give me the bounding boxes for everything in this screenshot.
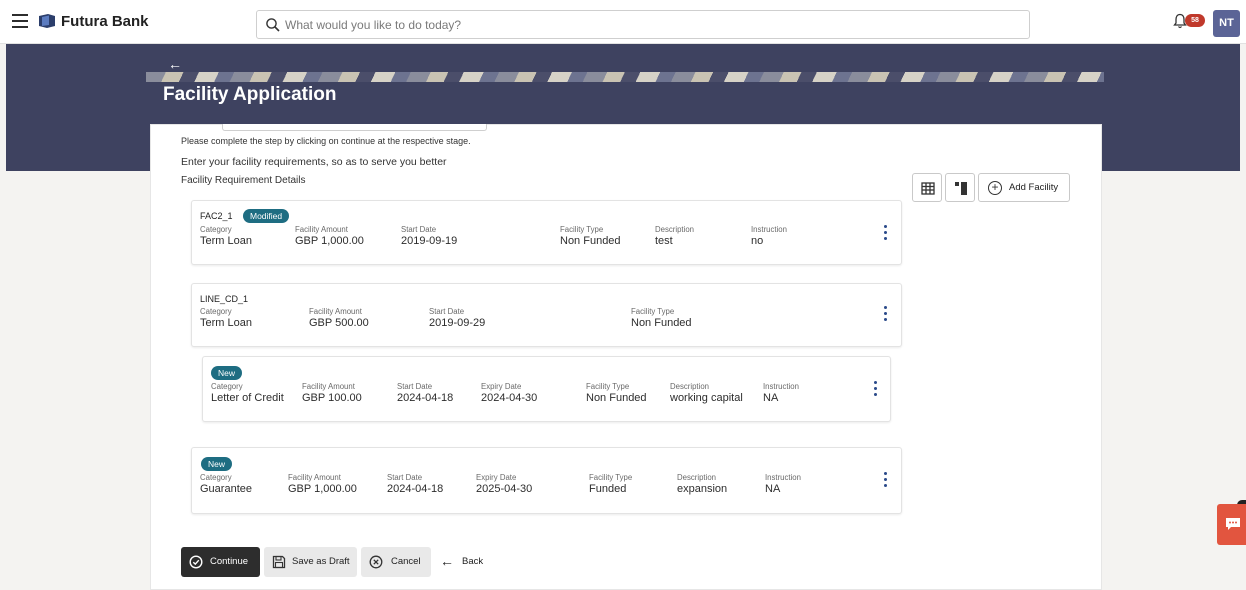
facility-name: LINE_CD_1 (200, 294, 249, 304)
field-label: Facility Amount (288, 473, 341, 482)
field-value: Funded (589, 483, 627, 495)
save-draft-label: Save as Draft (292, 556, 350, 567)
field-value: 2019-09-19 (401, 235, 458, 247)
back-label: Back (462, 556, 484, 567)
intro-text: Enter your facility requirements, so as … (181, 156, 447, 168)
field-value: GBP 1,000.00 (295, 235, 364, 247)
field-value: GBP 100.00 (302, 392, 362, 404)
field-label: Category (211, 382, 243, 391)
chat-icon (1226, 518, 1240, 530)
field-label: Category (200, 225, 232, 234)
field-label: Start Date (387, 473, 423, 482)
cancel-button[interactable]: Cancel (361, 547, 431, 577)
status-badge: New (201, 457, 233, 471)
field-value: 2024-04-30 (481, 392, 538, 404)
page-title: Facility Application (163, 84, 337, 105)
field-label: Expiry Date (476, 473, 517, 482)
field-value: Guarantee (200, 483, 252, 495)
back-arrow-icon: ← (440, 553, 454, 569)
field-value: NA (763, 392, 779, 404)
top-bar: Futura Bank 58 NT (0, 0, 1246, 44)
continue-button[interactable]: Continue (181, 547, 260, 577)
field-label: Instruction (763, 382, 799, 391)
save-icon (272, 555, 286, 569)
field-value: test (655, 235, 673, 247)
check-circle-icon (189, 555, 203, 569)
search-bar[interactable] (256, 10, 1030, 39)
save-draft-button[interactable]: Save as Draft (264, 547, 357, 577)
continue-label: Continue (210, 556, 249, 567)
field-value: 2025-04-30 (476, 483, 533, 495)
step-tab[interactable] (222, 124, 487, 131)
decorative-pattern (146, 72, 1104, 82)
add-facility-button[interactable]: + Add Facility (978, 173, 1070, 202)
facility-name: FAC2_1 (200, 211, 233, 221)
table-view-icon (921, 182, 935, 195)
field-label: Facility Amount (302, 382, 355, 391)
step-note: Please complete the step by clicking on … (181, 136, 471, 146)
facility-card: New Category Guarantee Facility Amount G… (191, 447, 902, 514)
field-value: Term Loan (200, 235, 252, 247)
facility-card: LINE_CD_1 Category Term Loan Facility Am… (191, 283, 902, 347)
kebab-menu-icon[interactable] (884, 306, 888, 322)
field-label: Facility Type (586, 382, 630, 391)
field-label: Description (670, 382, 709, 391)
notification-badge[interactable]: 58 (1185, 14, 1205, 27)
add-facility-label: Add Facility (1009, 182, 1059, 193)
chat-button[interactable] (1217, 504, 1246, 545)
field-value: Non Funded (560, 235, 621, 247)
field-label: Start Date (429, 307, 465, 316)
facility-card: New Category Letter of Credit Facility A… (202, 356, 891, 422)
field-value: Non Funded (586, 392, 647, 404)
kebab-menu-icon[interactable] (874, 381, 878, 397)
back-arrow-icon[interactable]: ← (168, 57, 182, 71)
user-avatar[interactable]: NT (1213, 10, 1240, 37)
status-badge: New (211, 366, 243, 380)
kebab-menu-icon[interactable] (884, 472, 888, 488)
field-value: Non Funded (631, 317, 692, 329)
brand-name[interactable]: Futura Bank (61, 13, 149, 30)
field-value: working capital (670, 392, 743, 404)
field-label: Facility Amount (295, 225, 348, 234)
field-value: GBP 500.00 (309, 317, 369, 329)
field-label: Facility Amount (309, 307, 362, 316)
hamburger-icon[interactable] (12, 14, 28, 28)
kebab-menu-icon[interactable] (884, 225, 888, 241)
search-input[interactable] (285, 14, 985, 36)
field-label: Category (200, 473, 232, 482)
search-icon (266, 18, 280, 32)
cancel-label: Cancel (391, 556, 421, 567)
field-value: GBP 1,000.00 (288, 483, 357, 495)
status-badge: Modified (243, 209, 290, 223)
field-label: Start Date (397, 382, 433, 391)
card-view-icon (955, 182, 967, 195)
section-title: Facility Requirement Details (181, 175, 306, 186)
field-label: Facility Type (631, 307, 675, 316)
field-value: NA (765, 483, 781, 495)
field-label: Start Date (401, 225, 437, 234)
field-value: Letter of Credit (211, 392, 284, 404)
field-label: Instruction (751, 225, 787, 234)
facility-card: FAC2_1 Modified Category Term Loan Facil… (191, 200, 902, 265)
field-value: no (751, 235, 764, 247)
field-label: Facility Type (560, 225, 604, 234)
field-label: Description (677, 473, 716, 482)
field-label: Description (655, 225, 694, 234)
add-circle-icon: + (988, 181, 1002, 195)
field-value: expansion (677, 483, 728, 495)
field-label: Category (200, 307, 232, 316)
field-value: 2024-04-18 (397, 392, 454, 404)
table-view-button[interactable] (912, 173, 942, 202)
field-label: Expiry Date (481, 382, 522, 391)
bank-logo-icon (39, 14, 55, 28)
field-value: Term Loan (200, 317, 252, 329)
field-value: 2024-04-18 (387, 483, 444, 495)
field-label: Facility Type (589, 473, 633, 482)
card-view-button[interactable] (945, 173, 975, 202)
field-value: 2019-09-29 (429, 317, 486, 329)
cancel-circle-icon (369, 555, 383, 569)
field-label: Instruction (765, 473, 801, 482)
back-button[interactable]: ← Back (440, 547, 488, 577)
